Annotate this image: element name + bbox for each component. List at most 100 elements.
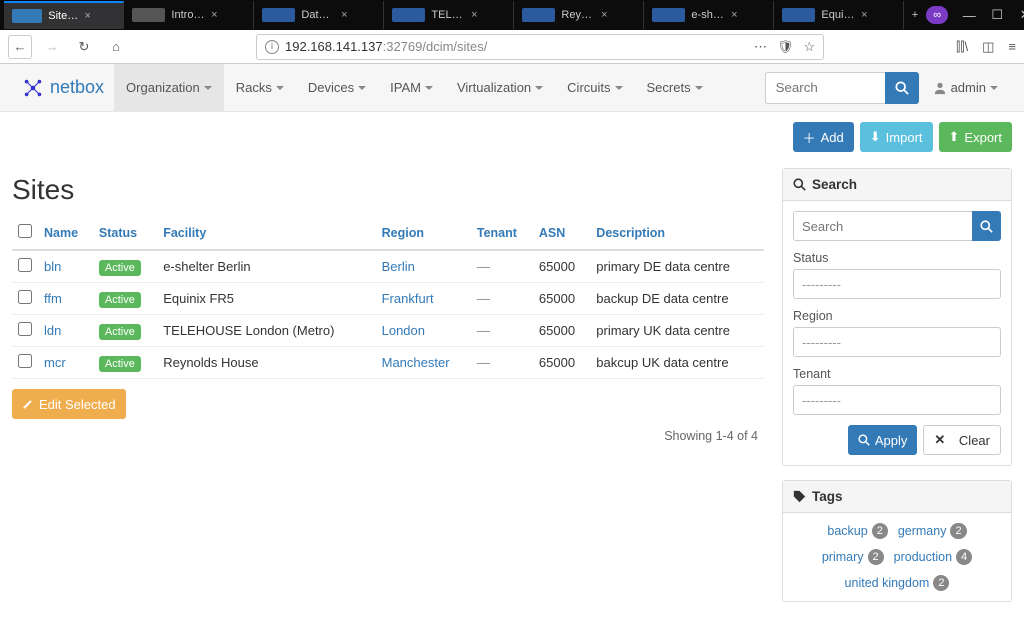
nav-racks[interactable]: Racks	[224, 64, 296, 112]
tab-label: Reynolds House - Data	[561, 9, 595, 21]
global-search-button[interactable]	[885, 72, 919, 104]
region-link[interactable]: London	[382, 323, 425, 338]
tag-item[interactable]: primary 2	[822, 549, 884, 565]
select-all-checkbox[interactable]	[18, 224, 32, 238]
tenant-cell: —	[471, 250, 533, 283]
close-icon[interactable]: ×	[211, 9, 245, 21]
edit-selected-button[interactable]: Edit Selected	[12, 389, 126, 419]
private-browsing-icon: ∞	[926, 6, 948, 24]
home-button[interactable]: ⌂	[104, 35, 128, 59]
col-tenant[interactable]: Tenant	[471, 216, 533, 250]
row-checkbox[interactable]	[18, 258, 32, 272]
close-icon[interactable]: ×	[85, 10, 115, 22]
site-name-link[interactable]: mcr	[44, 355, 66, 370]
tab-label: Data Center Map - Colo	[301, 9, 335, 21]
favicon	[132, 8, 166, 22]
tab-label: Equinix FR5 - Data Cen	[821, 9, 855, 21]
region-label: Region	[793, 309, 1001, 323]
site-name-link[interactable]: ldn	[44, 323, 61, 338]
browser-tab[interactable]: Introduction - NetBox ×	[124, 1, 254, 29]
url-bar[interactable]: i 192.168.141.137:32769/dcim/sites/ ⋯ 🛡 …	[256, 34, 824, 60]
row-checkbox[interactable]	[18, 354, 32, 368]
col-name[interactable]: Name	[38, 216, 93, 250]
menu-icon[interactable]: ≡	[1008, 39, 1016, 55]
brand-logo[interactable]: netbox	[12, 77, 114, 99]
nav-devices[interactable]: Devices	[296, 64, 378, 112]
tag-item[interactable]: backup 2	[827, 523, 887, 539]
export-button[interactable]: ⬆Export	[939, 122, 1012, 152]
region-link[interactable]: Manchester	[382, 355, 450, 370]
region-link[interactable]: Berlin	[382, 259, 415, 274]
url-path: :32769/dcim/sites/	[383, 39, 488, 54]
tag-item[interactable]: germany 2	[898, 523, 967, 539]
search-panel-title: Search	[812, 177, 857, 192]
close-icon[interactable]: ×	[341, 9, 375, 21]
forward-button[interactable]: →	[40, 35, 64, 59]
tag-item[interactable]: production 4	[894, 549, 973, 565]
close-button[interactable]: ✕	[1018, 7, 1024, 23]
tag-count-badge: 2	[868, 549, 884, 565]
asn-cell: 65000	[533, 250, 590, 283]
tag-count-badge: 2	[950, 523, 966, 539]
site-name-link[interactable]: ffm	[44, 291, 62, 306]
row-checkbox[interactable]	[18, 290, 32, 304]
row-checkbox[interactable]	[18, 322, 32, 336]
tags-panel: Tags backup 2germany 2primary 2productio…	[782, 480, 1012, 602]
clear-button[interactable]: ✕ Clear	[923, 425, 1001, 455]
col-asn[interactable]: ASN	[533, 216, 590, 250]
col-facility[interactable]: Facility	[157, 216, 375, 250]
browser-tab[interactable]: Equinix FR5 - Data Cen ×	[774, 1, 904, 29]
tab-label: Introduction - NetBox	[171, 9, 205, 21]
col-region[interactable]: Region	[376, 216, 471, 250]
minimize-button[interactable]: —	[962, 8, 976, 23]
import-button[interactable]: ⬇Import	[860, 122, 933, 152]
global-search-input[interactable]	[765, 72, 885, 104]
apply-button[interactable]: Apply	[848, 425, 918, 455]
tenant-select[interactable]	[793, 385, 1001, 415]
search-icon	[858, 434, 870, 446]
region-select[interactable]	[793, 327, 1001, 357]
nav-circuits[interactable]: Circuits	[555, 64, 634, 112]
asn-cell: 65000	[533, 315, 590, 347]
status-badge: Active	[99, 292, 141, 308]
back-button[interactable]: ←	[8, 35, 32, 59]
nav-ipam[interactable]: IPAM	[378, 64, 445, 112]
library-icon[interactable]: ⫿⫿\	[956, 39, 968, 55]
browser-titlebar: Sites - NetBox × Introduction - NetBox ×…	[0, 0, 1024, 30]
new-tab-button[interactable]: +	[904, 1, 926, 29]
more-actions-icon[interactable]: ⋯	[754, 39, 767, 55]
nav-virtualization[interactable]: Virtualization	[445, 64, 555, 112]
close-icon[interactable]: ×	[471, 9, 505, 21]
navbar: netbox Organization Racks Devices IPAM V…	[0, 64, 1024, 112]
nav-secrets[interactable]: Secrets	[635, 64, 715, 112]
browser-tab[interactable]: Sites - NetBox ×	[4, 1, 124, 29]
tag-item[interactable]: united kingdom 2	[845, 575, 950, 591]
col-description[interactable]: Description	[590, 216, 764, 250]
reload-button[interactable]: ↻	[72, 35, 96, 59]
add-button[interactable]: ＋Add	[793, 122, 854, 152]
browser-tab[interactable]: Reynolds House - Data ×	[514, 1, 644, 29]
region-link[interactable]: Frankfurt	[382, 291, 434, 306]
site-info-icon[interactable]: i	[265, 40, 279, 54]
filter-search-input[interactable]	[793, 211, 972, 241]
user-menu[interactable]: admin	[919, 80, 1012, 95]
browser-tab[interactable]: e-shelter Berlin - Data ×	[644, 1, 774, 29]
status-label: Status	[793, 251, 1001, 265]
close-icon[interactable]: ×	[601, 9, 635, 21]
pager-text: Showing 1-4 of 4	[12, 419, 764, 453]
sidebar-icon[interactable]: ◫	[982, 39, 994, 55]
browser-tab[interactable]: Data Center Map - Colo ×	[254, 1, 384, 29]
site-name-link[interactable]: bln	[44, 259, 61, 274]
close-icon[interactable]: ×	[731, 9, 765, 21]
status-select[interactable]	[793, 269, 1001, 299]
tag-count-badge: 4	[956, 549, 972, 565]
nav-organization[interactable]: Organization	[114, 64, 224, 112]
browser-tab[interactable]: TELEHOUSE London (M ×	[384, 1, 514, 29]
bookmark-icon[interactable]: ☆	[804, 39, 816, 55]
close-icon[interactable]: ×	[861, 9, 895, 21]
maximize-button[interactable]: ☐	[990, 7, 1004, 23]
tenant-cell: —	[471, 315, 533, 347]
col-status[interactable]: Status	[93, 216, 157, 250]
tracking-protection-icon[interactable]: 🛡	[777, 39, 794, 55]
filter-search-button[interactable]	[972, 211, 1001, 241]
